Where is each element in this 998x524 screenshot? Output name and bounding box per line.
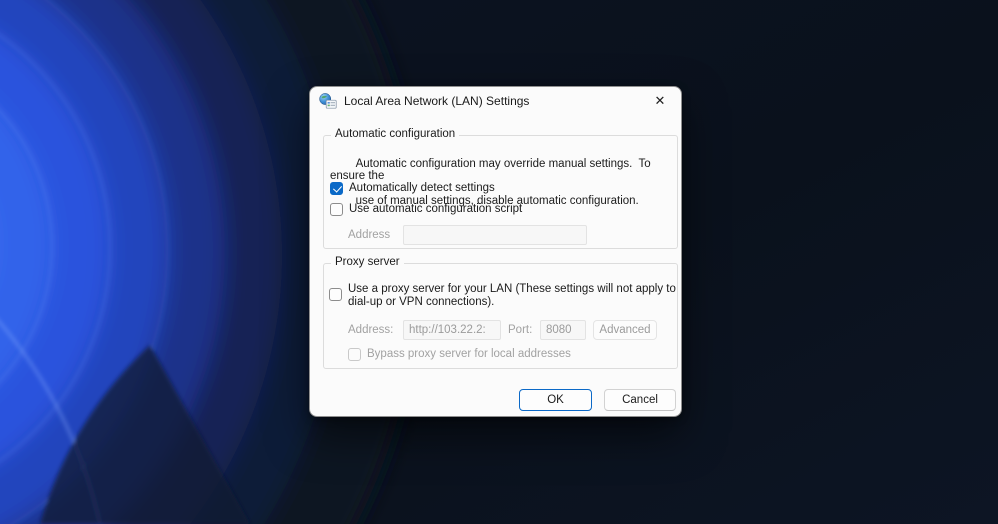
close-button[interactable]: ✕ [645,89,675,113]
cancel-button[interactable]: Cancel [604,389,676,411]
dialog-title: Local Area Network (LAN) Settings [344,94,530,108]
group-legend: Automatic configuration [331,128,460,140]
bypass-proxy-row[interactable]: Bypass proxy server for local addresses [348,348,571,361]
automatic-configuration-group: Automatic configuration Automatic config… [323,128,678,249]
config-script-row[interactable]: Use automatic configuration script [330,203,522,216]
detect-settings-row[interactable]: Automatically detect settings [330,182,495,195]
proxy-port-input[interactable]: 8080 [540,320,586,340]
detect-settings-label: Automatically detect settings [349,182,495,194]
bypass-proxy-label: Bypass proxy server for local addresses [367,348,571,360]
proxy-server-group: Proxy server Use a proxy server for your… [323,256,678,369]
proxy-address-label: Address: [348,324,394,336]
use-proxy-checkbox[interactable] [329,288,342,301]
script-address-input[interactable] [403,225,587,245]
detect-settings-checkbox[interactable] [330,182,343,195]
ok-button[interactable]: OK [519,389,592,411]
config-script-checkbox[interactable] [330,203,343,216]
bypass-proxy-checkbox[interactable] [348,348,361,361]
close-icon: ✕ [654,93,666,108]
use-proxy-label: Use a proxy server for your LAN (These s… [348,283,676,308]
group-legend: Proxy server [331,256,404,268]
internet-settings-icon [319,93,337,109]
advanced-button[interactable]: Advanced [593,320,657,340]
desktop: Local Area Network (LAN) Settings ✕ Auto… [0,0,998,524]
config-script-label: Use automatic configuration script [349,203,523,215]
lan-settings-dialog: Local Area Network (LAN) Settings ✕ Auto… [309,86,682,417]
dialog-titlebar[interactable]: Local Area Network (LAN) Settings ✕ [310,87,681,115]
proxy-address-input[interactable]: http://103.22.2: [403,320,501,340]
script-address-label: Address [348,229,391,241]
proxy-port-label: Port: [508,324,533,336]
use-proxy-row[interactable]: Use a proxy server for your LAN (These s… [329,283,676,308]
